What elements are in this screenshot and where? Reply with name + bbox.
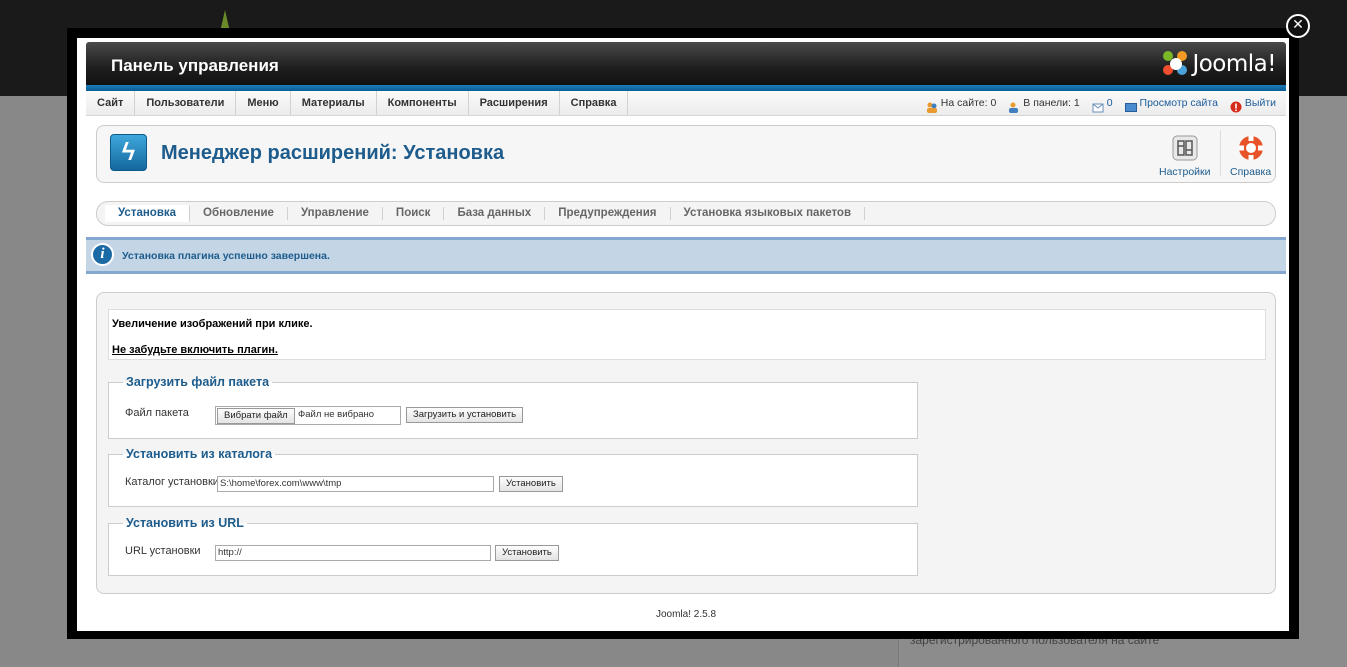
options-label: Настройки — [1159, 166, 1211, 178]
close-icon[interactable]: ✕ — [1286, 14, 1310, 38]
tab-warnings[interactable]: Предупреждения — [545, 207, 671, 220]
install-form: Увеличение изображений при клике. Не заб… — [96, 292, 1276, 594]
tab-manage[interactable]: Управление — [288, 207, 383, 220]
tab-database[interactable]: База данных — [444, 207, 546, 220]
header-title: Панель управления — [111, 56, 279, 75]
choose-file-button[interactable]: Вибрати файл — [217, 408, 295, 424]
menu-item-menus[interactable]: Меню — [236, 91, 291, 115]
joomla-logo: Joomla! — [1163, 51, 1276, 77]
mail-icon — [1092, 98, 1104, 112]
menu-item-help[interactable]: Справка — [560, 91, 629, 115]
toolbar-divider — [1220, 130, 1221, 176]
status-bar: На сайте: 0 В панели: 1 0 Просмотр сайта… — [914, 91, 1276, 115]
help-button[interactable]: Справка — [1230, 134, 1271, 178]
menu-item-site[interactable]: Сайт — [86, 91, 136, 115]
install-folder-button[interactable]: Установить — [499, 476, 563, 492]
extension-manager-icon: ϟ — [110, 134, 147, 171]
lightbox-iframe: Панель управления Joomla! Сайт Пользоват… — [77, 38, 1289, 631]
info-icon: i — [91, 243, 114, 266]
menu-item-content[interactable]: Материалы — [291, 91, 377, 115]
toolbar: ϟ Менеджер расширений: Установка Настрой… — [96, 125, 1276, 183]
system-message: i Установка плагина успешно завершена. — [86, 237, 1286, 274]
logout-link[interactable]: Выйти — [1230, 91, 1276, 115]
install-url-input[interactable]: http:// — [215, 545, 491, 561]
options-button[interactable]: Настройки — [1159, 134, 1211, 178]
install-url-button[interactable]: Установить — [495, 545, 559, 561]
in-panel-count: В панели: 1 — [1023, 97, 1080, 109]
menu-item-users[interactable]: Пользователи — [135, 91, 237, 115]
users-icon — [926, 98, 938, 113]
messages-count: 0 — [1106, 97, 1113, 109]
admin-panel: Панель управления Joomla! Сайт Пользоват… — [86, 42, 1286, 620]
help-label: Справка — [1230, 166, 1272, 178]
description-note: Не забудьте включить плагин. — [112, 344, 278, 356]
package-file-label: Файл пакета — [125, 407, 189, 419]
install-folder-fieldset: Установить из каталога Каталог установки… — [108, 447, 918, 507]
file-status: Файл не вибрано — [298, 409, 375, 420]
joomla-logo-text: Joomla! — [1192, 51, 1276, 77]
admin-header: Панель управления Joomla! — [86, 42, 1286, 85]
folder-legend: Установить из каталога — [126, 447, 273, 461]
menu-item-components[interactable]: Компоненты — [377, 91, 469, 115]
view-site-label: Просмотр сайта — [1139, 97, 1218, 109]
extension-description: Увеличение изображений при клике. Не заб… — [108, 309, 1266, 360]
logout-label: Выйти — [1244, 97, 1276, 109]
admin-users-icon — [1008, 98, 1020, 113]
url-legend: Установить из URL — [126, 516, 244, 530]
main-menu: Сайт Пользователи Меню Материалы Компоне… — [86, 91, 1286, 116]
view-site-link[interactable]: Просмотр сайта — [1124, 91, 1218, 115]
page-title: Менеджер расширений: Установка — [161, 142, 505, 164]
message-text: Установка плагина успешно завершена. — [122, 250, 330, 262]
users-on-site: На сайте: 0 — [926, 91, 997, 115]
menu-item-extensions[interactable]: Расширения — [469, 91, 560, 115]
monitor-icon — [1124, 98, 1137, 112]
upload-legend: Загрузить файл пакета — [126, 375, 270, 389]
joomla-logo-icon — [1163, 51, 1189, 77]
tab-install[interactable]: Установка — [105, 205, 191, 222]
on-site-count: На сайте: 0 — [940, 97, 997, 109]
logout-icon — [1230, 98, 1242, 112]
description-text: Увеличение изображений при клике. — [112, 318, 313, 330]
submenu-tabs: Установка Обновление Управление Поиск Ба… — [96, 201, 1276, 226]
install-url-fieldset: Установить из URL URL установки http:// … — [108, 516, 918, 576]
install-url-label: URL установки — [125, 545, 201, 557]
upload-install-button[interactable]: Загрузить и установить — [406, 407, 524, 423]
upload-package-fieldset: Загрузить файл пакета Файл пакета Вибрат… — [108, 375, 918, 439]
version-footer: Joomla! 2.5.8 — [655, 609, 717, 620]
install-folder-input[interactable]: S:\home\forex.com\www\tmp — [217, 476, 494, 492]
messages-link[interactable]: 0 — [1092, 91, 1113, 115]
package-file-input[interactable]: Вибрати файл Файл не вибрано — [215, 406, 401, 425]
tab-update[interactable]: Обновление — [190, 207, 288, 220]
tab-install-languages[interactable]: Установка языковых пакетов — [671, 207, 866, 220]
settings-icon — [1171, 134, 1199, 162]
lifebuoy-icon — [1237, 134, 1265, 162]
tab-discover[interactable]: Поиск — [383, 207, 445, 220]
install-folder-label: Каталог установки — [125, 476, 219, 488]
users-in-panel: В панели: 1 — [1008, 91, 1080, 115]
